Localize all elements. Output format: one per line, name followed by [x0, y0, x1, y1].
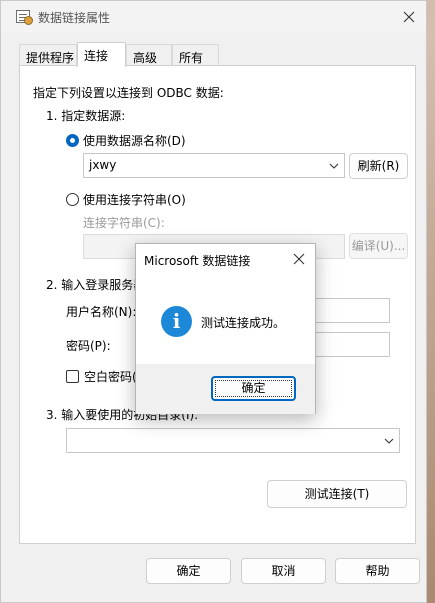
- info-icon: i: [161, 306, 192, 337]
- title-bar: 数据链接属性: [1, 1, 426, 33]
- test-result-dialog: Microsoft 数据链接 i 测试连接成功。 确定: [135, 243, 316, 414]
- use-connstr-radio[interactable]: [66, 193, 79, 206]
- tab-connection[interactable]: 连接: [77, 42, 126, 67]
- step2-label: 2. 输入登录服务器: [46, 278, 146, 292]
- close-icon[interactable]: [289, 249, 309, 269]
- blank-password-checkbox[interactable]: [66, 370, 79, 383]
- dialog-footer: 确定: [136, 364, 315, 414]
- window-title: 数据链接属性: [38, 11, 111, 25]
- edit-button[interactable]: 编译(U)...: [349, 233, 408, 259]
- chevron-down-icon: [329, 163, 339, 169]
- tab-all[interactable]: 所有: [172, 44, 219, 66]
- tab-provider[interactable]: 提供程序: [19, 44, 77, 66]
- dsn-value: jxwy: [89, 158, 117, 172]
- use-dsn-radio[interactable]: [66, 134, 79, 147]
- username-input[interactable]: [310, 298, 390, 323]
- dialog-title: Microsoft 数据链接: [144, 254, 251, 268]
- ok-button[interactable]: 确定: [146, 558, 231, 584]
- password-input[interactable]: [310, 332, 390, 357]
- step1-label: 1. 指定数据源:: [46, 109, 126, 123]
- help-button[interactable]: 帮助: [335, 558, 420, 584]
- refresh-button[interactable]: 刷新(R): [349, 153, 408, 179]
- tab-advanced[interactable]: 高级: [126, 44, 172, 66]
- use-connstr-label: 使用连接字符串(O): [83, 193, 186, 207]
- dialog-message: 测试连接成功。: [201, 316, 286, 330]
- initial-catalog-select[interactable]: [66, 428, 400, 453]
- dsn-select[interactable]: jxwy: [83, 153, 345, 178]
- use-dsn-label: 使用数据源名称(D): [83, 134, 186, 148]
- blank-password-label: 空白密码(: [84, 370, 137, 384]
- chevron-down-icon: [384, 438, 394, 444]
- connstr-label: 连接字符串(C):: [83, 216, 165, 230]
- cancel-button[interactable]: 取消: [241, 558, 326, 584]
- close-icon[interactable]: [398, 6, 420, 28]
- intro-text: 指定下列设置以连接到 ODBC 数据:: [33, 86, 224, 100]
- test-connection-button[interactable]: 测试连接(T): [267, 480, 407, 508]
- password-label: 密码(P):: [66, 339, 111, 353]
- focus-ring: [215, 380, 292, 397]
- username-label: 用户名称(N):: [66, 305, 137, 319]
- data-link-icon: [16, 10, 33, 25]
- dialog-ok-button[interactable]: 确定: [211, 376, 296, 401]
